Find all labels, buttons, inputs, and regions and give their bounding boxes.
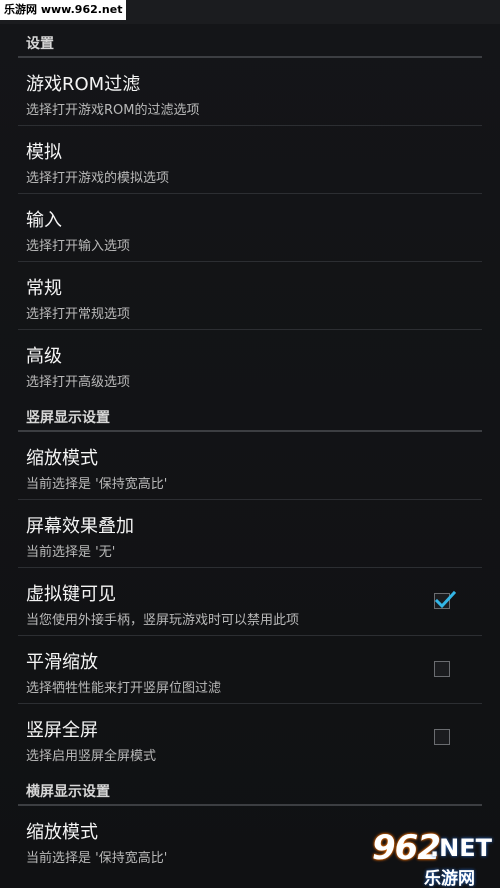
pref-title: 屏幕效果叠加	[26, 516, 134, 537]
section-header-label: 设置	[26, 36, 54, 52]
pref-portrait-scale-mode[interactable]: 缩放模式 当前选择是 '保持宽高比'	[0, 432, 500, 500]
pref-summary: 选择打开游戏ROM的过滤选项	[26, 103, 200, 118]
section-header-landscape-display: 横屏显示设置	[0, 772, 500, 806]
logo-cn: 乐游网	[424, 869, 475, 888]
pref-title: 虚拟键可见	[26, 584, 116, 605]
pref-title: 平滑缩放	[26, 652, 98, 673]
pref-summary: 选择打开输入选项	[26, 239, 131, 254]
section-header-portrait-display: 竖屏显示设置	[0, 398, 500, 432]
watermark-logo: 962 .NET 乐游网	[370, 828, 496, 888]
section-header-settings: 设置	[0, 24, 500, 58]
section-header-label: 横屏显示设置	[26, 784, 110, 800]
pref-advanced[interactable]: 高级 选择打开高级选项	[0, 330, 500, 398]
pref-rom-filter[interactable]: 游戏ROM过滤 选择打开游戏ROM的过滤选项	[0, 58, 500, 126]
checkmark-icon	[434, 590, 456, 609]
logo-suffix: .NET	[430, 834, 492, 862]
pref-title: 游戏ROM过滤	[26, 74, 141, 95]
pref-summary: 当您使用外接手柄，竖屏玩游戏时可以禁用此项	[26, 613, 300, 628]
smooth-scaling-checkbox[interactable]	[434, 661, 450, 677]
pref-title: 模拟	[26, 142, 62, 163]
pref-title: 输入	[26, 210, 62, 231]
pref-input[interactable]: 输入 选择打开输入选项	[0, 194, 500, 262]
portrait-fullscreen-checkbox[interactable]	[434, 729, 450, 745]
pref-summary: 选择打开常规选项	[26, 307, 131, 322]
pref-title: 高级	[26, 346, 62, 367]
preference-list: 设置 游戏ROM过滤 选择打开游戏ROM的过滤选项 模拟 选择打开游戏的模拟选项…	[0, 24, 500, 874]
section-header-label: 竖屏显示设置	[26, 410, 110, 426]
virtual-keys-checkbox[interactable]	[434, 590, 456, 609]
pref-emulation[interactable]: 模拟 选择打开游戏的模拟选项	[0, 126, 500, 194]
watermark-top: 乐游网 www.962.net	[0, 0, 127, 20]
pref-virtual-keys-visible[interactable]: 虚拟键可见 当您使用外接手柄，竖屏玩游戏时可以禁用此项	[0, 568, 500, 636]
pref-title: 常规	[26, 278, 62, 299]
pref-summary: 当前选择是 '保持宽高比'	[26, 477, 168, 492]
pref-portrait-fullscreen[interactable]: 竖屏全屏 选择启用竖屏全屏模式	[0, 704, 500, 772]
pref-summary: 选择打开游戏的模拟选项	[26, 171, 170, 186]
pref-summary: 选择打开高级选项	[26, 375, 131, 390]
pref-summary: 选择牺牲性能来打开竖屏位图过滤	[26, 681, 222, 696]
pref-screen-overlay[interactable]: 屏幕效果叠加 当前选择是 '无'	[0, 500, 500, 568]
pref-title: 缩放模式	[26, 448, 98, 469]
pref-smooth-scaling[interactable]: 平滑缩放 选择牺牲性能来打开竖屏位图过滤	[0, 636, 500, 704]
pref-summary: 选择启用竖屏全屏模式	[26, 749, 157, 764]
pref-summary: 当前选择是 '无'	[26, 545, 116, 560]
settings-screen: 设置 乐游网 www.962.net 设置 游戏ROM过滤 选择打开游戏ROM的…	[0, 0, 500, 888]
pref-title: 缩放模式	[26, 822, 98, 843]
pref-title: 竖屏全屏	[26, 720, 98, 741]
pref-general[interactable]: 常规 选择打开常规选项	[0, 262, 500, 330]
pref-summary: 当前选择是 '保持宽高比'	[26, 851, 168, 866]
